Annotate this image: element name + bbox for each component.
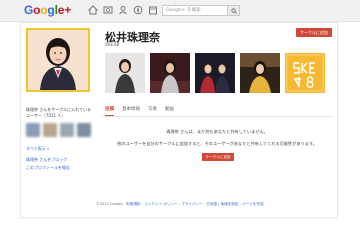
profile-icon[interactable] bbox=[118, 5, 128, 15]
logo-letter: o bbox=[40, 3, 48, 17]
search-input[interactable]: Google+ を検索 bbox=[162, 5, 228, 16]
avatar[interactable] bbox=[77, 123, 91, 137]
search-icon bbox=[231, 8, 237, 14]
tab-about[interactable]: 基本情報 bbox=[122, 103, 140, 116]
not-shared-notice: 珠理奈 さんは、まだ何もあなたと共有していません。 bbox=[166, 129, 268, 134]
tab-posts[interactable]: 投稿 bbox=[105, 103, 114, 116]
in-circles-text: 珠理奈 さんをサークルに入れているユーザー（7011 人） bbox=[26, 107, 92, 118]
footer-copyright: ©2012 Google - bbox=[96, 202, 127, 206]
block-user-link[interactable]: 珠理奈 さんをブロック bbox=[26, 157, 67, 163]
profile-subtitle: SKE48 bbox=[105, 43, 120, 48]
top-bar: Google+ Google+ を検索 bbox=[0, 0, 360, 22]
tab-videos[interactable]: 動画 bbox=[165, 103, 174, 116]
circle-avatars bbox=[26, 123, 91, 137]
events-icon[interactable] bbox=[148, 5, 158, 15]
profile-card: 松井珠理奈 SKE48 サークルに追加 投稿 基本情報 写真 動画 珠理奈 さん… bbox=[20, 22, 338, 218]
photos-icon[interactable] bbox=[103, 5, 113, 15]
photo-thumbnail[interactable] bbox=[105, 53, 145, 93]
avatar[interactable] bbox=[43, 123, 57, 137]
add-to-circles-button[interactable]: サークルに追加 bbox=[296, 28, 332, 37]
logo-letter: G bbox=[24, 3, 34, 17]
photo-thumbnail[interactable] bbox=[150, 53, 190, 93]
google-plus-logo[interactable]: Google+ bbox=[24, 3, 71, 17]
photo-strip bbox=[105, 53, 325, 93]
photo-thumbnail[interactable] bbox=[195, 53, 235, 93]
avatar[interactable] bbox=[26, 123, 40, 137]
avatar[interactable] bbox=[60, 123, 74, 137]
logo-letter: o bbox=[33, 3, 41, 17]
search-button[interactable] bbox=[228, 5, 240, 16]
nav-icons bbox=[88, 5, 173, 15]
add-to-circles-button-main[interactable]: サークルに追加 bbox=[202, 153, 234, 161]
logo-letter: + bbox=[64, 3, 71, 17]
see-all-link[interactable]: すべて表示 » bbox=[26, 146, 49, 152]
tab-photos[interactable]: 写真 bbox=[148, 103, 157, 116]
explore-icon[interactable] bbox=[133, 5, 143, 15]
circle-prompt: 他のユーザーを自分のサークルに追加すると、そのユーザーがあなたと共有してくれる可… bbox=[117, 141, 317, 146]
footer-links[interactable]: 利用規約 - コンテンツ ポリシー - プライバシー - 日本語 | 地域を設定… bbox=[126, 202, 263, 206]
profile-photo bbox=[26, 28, 90, 92]
profile-tabs: 投稿 基本情報 写真 動画 bbox=[101, 103, 333, 117]
photo-thumbnail-logo[interactable] bbox=[285, 53, 325, 93]
home-icon[interactable] bbox=[88, 5, 98, 15]
report-profile-link[interactable]: このプロフィールを報告 bbox=[26, 165, 70, 171]
footer: ©2012 Google - 利用規約 - コンテンツ ポリシー - プライバシ… bbox=[96, 202, 264, 207]
logo-letter: g bbox=[47, 3, 55, 17]
photo-thumbnail[interactable] bbox=[240, 53, 280, 93]
